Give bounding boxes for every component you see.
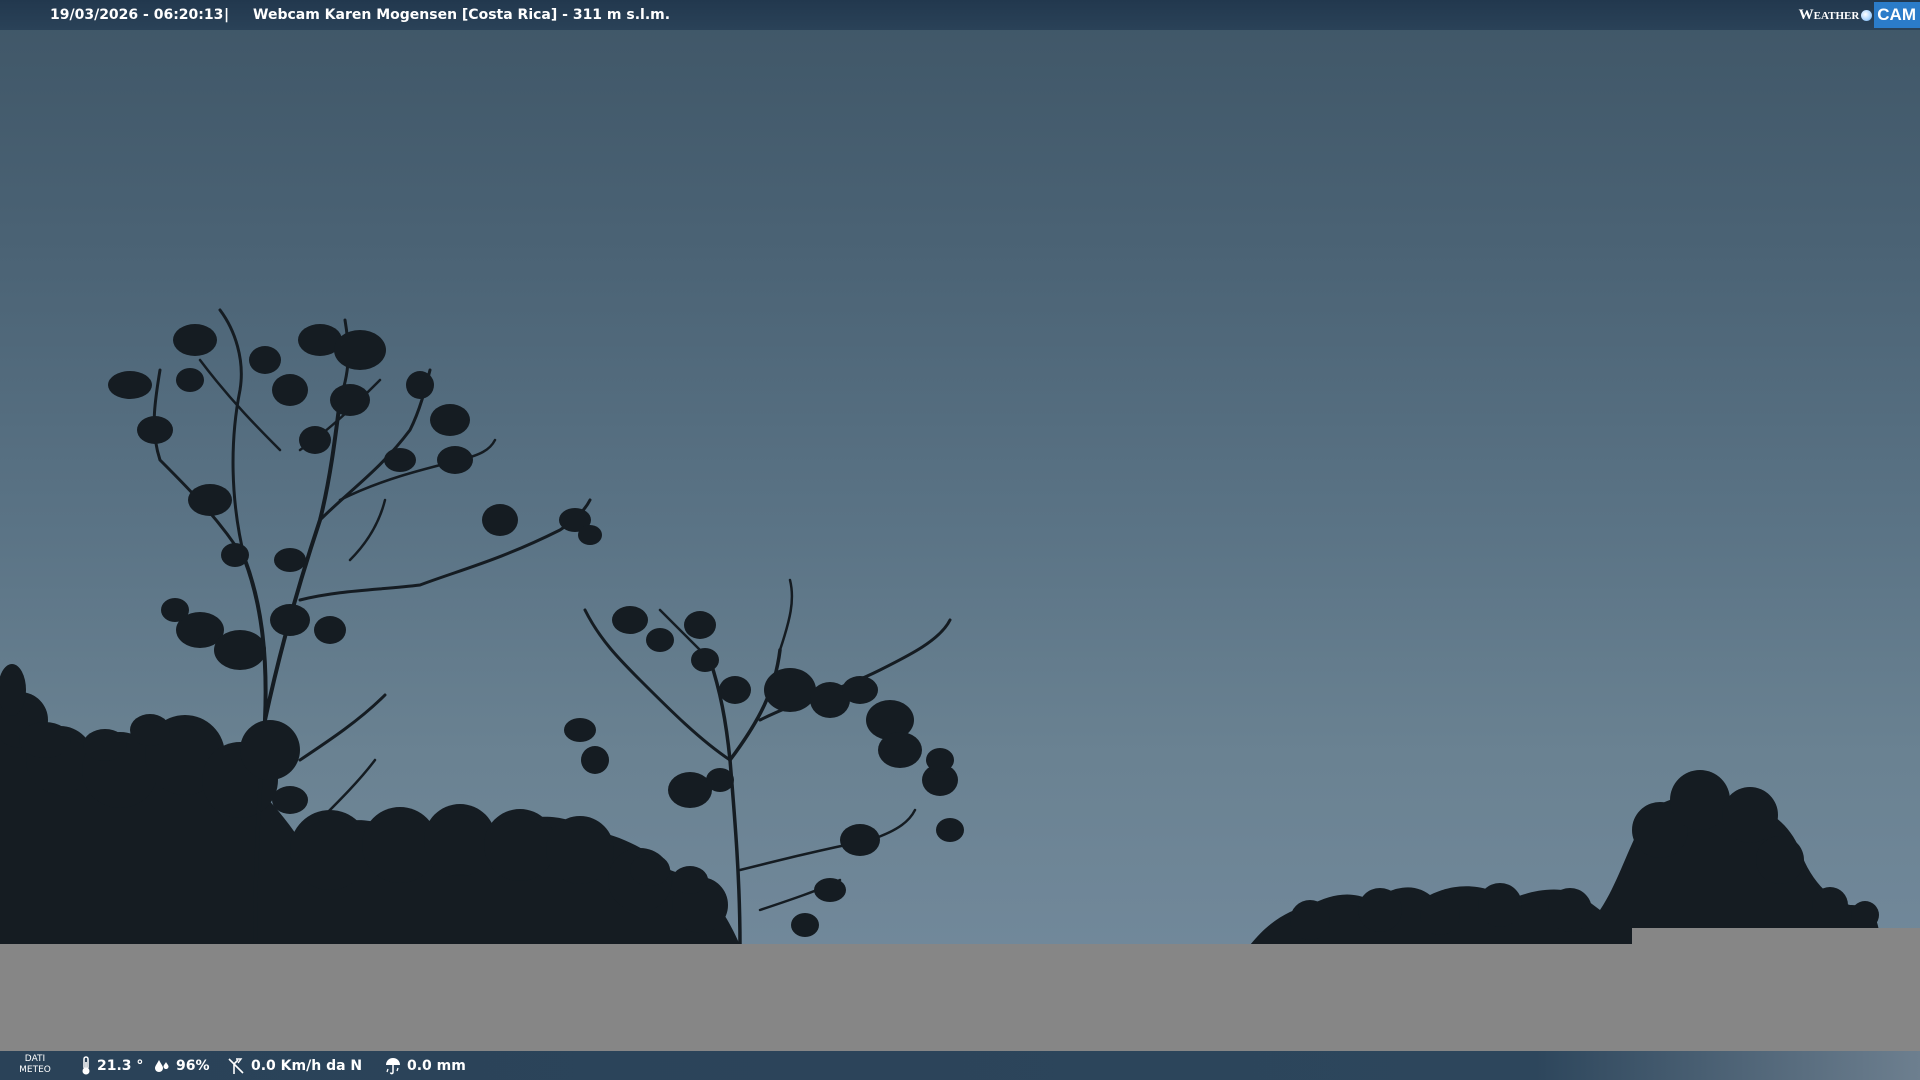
- dati-meteo-label-line2: METEO: [19, 1065, 51, 1075]
- thermometer-icon: [82, 1055, 90, 1074]
- rain-value: 0.0 mm: [407, 1057, 466, 1074]
- wind-icon: [228, 1057, 244, 1074]
- logo-text-cam: CAM: [1874, 2, 1920, 28]
- humidity-icon: [155, 1059, 169, 1072]
- overlay-gray-band: [0, 944, 1920, 1051]
- wind-metric: 0.0 Km/h da N: [226, 1051, 362, 1080]
- webcam-frame: 19/03/2026 - 06:20:13 | Webcam Karen Mog…: [0, 0, 1920, 1080]
- title-separator: |: [224, 7, 230, 23]
- humidity-metric: 96%: [153, 1051, 210, 1080]
- weather-data-bar: DATI METEO 21.3 ° 96% 0.0 Km/h da N 0.0 …: [0, 1051, 1920, 1080]
- temperature-value: 21.3 °: [97, 1057, 144, 1074]
- timestamp: 19/03/2026 - 06:20:13: [50, 7, 224, 23]
- rain-icon: [386, 1057, 400, 1074]
- top-info-bar: 19/03/2026 - 06:20:13 | Webcam Karen Mog…: [0, 0, 1920, 30]
- weathercam-logo: Weather CAM: [1799, 0, 1920, 30]
- logo-globe-icon: [1861, 9, 1873, 21]
- wind-value: 0.0 Km/h da N: [251, 1057, 363, 1074]
- tree-silhouettes: [0, 308, 1880, 945]
- dati-meteo-label-line1: DATI: [24, 1054, 46, 1064]
- dati-meteo-label: DATI METEO: [18, 1054, 52, 1076]
- temperature-metric: 21.3 °: [80, 1051, 143, 1080]
- webcam-title: Webcam Karen Mogensen [Costa Rica] - 311…: [253, 7, 671, 23]
- rain-metric: 0.0 mm: [384, 1051, 466, 1080]
- logo-text-weather: Weather: [1798, 7, 1860, 23]
- humidity-value: 96%: [176, 1057, 210, 1074]
